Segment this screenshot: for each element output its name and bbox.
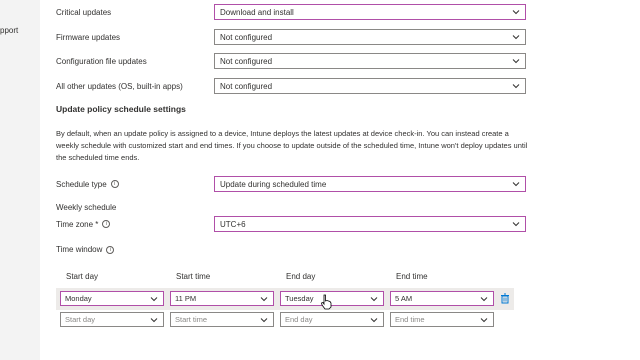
info-icon[interactable]: i bbox=[110, 180, 119, 189]
chevron-down-icon bbox=[370, 297, 378, 302]
schedule-type-label: Schedule type bbox=[56, 179, 107, 189]
delete-icon[interactable] bbox=[500, 293, 510, 304]
config-file-updates-value: Not configured bbox=[220, 56, 273, 66]
time-zone-dropdown[interactable]: UTC+6 bbox=[214, 216, 526, 232]
settings-panel: Critical updates Download and install Fi… bbox=[40, 0, 640, 360]
chevron-down-icon bbox=[512, 10, 520, 15]
chevron-down-icon bbox=[480, 297, 488, 302]
start-day-dropdown[interactable]: Monday bbox=[60, 291, 164, 306]
chevron-down-icon bbox=[260, 318, 268, 323]
other-updates-dropdown[interactable]: Not configured bbox=[214, 78, 526, 94]
header-start-day: Start day bbox=[66, 272, 99, 281]
firmware-updates-label: Firmware updates bbox=[56, 32, 121, 42]
new-end-day-dropdown[interactable]: End day bbox=[280, 312, 384, 327]
time-window-label: Time window bbox=[56, 245, 103, 254]
chevron-down-icon bbox=[260, 297, 268, 302]
chevron-down-icon bbox=[512, 35, 520, 40]
start-time-dropdown[interactable]: 11 PM bbox=[170, 291, 274, 306]
other-updates-value: Not configured bbox=[220, 81, 273, 91]
other-updates-row: All other updates (OS, built-in apps) No… bbox=[56, 78, 640, 94]
chevron-down-icon bbox=[512, 222, 520, 227]
start-time-value: 11 PM bbox=[175, 294, 197, 303]
time-zone-value: UTC+6 bbox=[220, 219, 246, 229]
config-file-updates-dropdown[interactable]: Not configured bbox=[214, 53, 526, 69]
new-end-time-dropdown[interactable]: End time bbox=[390, 312, 494, 327]
section-title: Update policy schedule settings bbox=[56, 104, 186, 114]
hand-cursor-icon bbox=[321, 294, 332, 310]
critical-updates-value: Download and install bbox=[220, 7, 294, 17]
sidebar-snippet[interactable]: pport bbox=[0, 26, 18, 35]
chevron-down-icon bbox=[150, 297, 158, 302]
chevron-down-icon bbox=[480, 318, 488, 323]
schedule-type-row: Schedule type i Update during scheduled t… bbox=[56, 176, 640, 192]
header-start-time: Start time bbox=[176, 272, 211, 281]
schedule-type-label-wrap: Schedule type i bbox=[56, 180, 119, 189]
firmware-updates-dropdown[interactable]: Not configured bbox=[214, 29, 526, 45]
end-day-dropdown[interactable]: Tuesday bbox=[280, 291, 384, 306]
critical-updates-row: Critical updates Download and install bbox=[56, 4, 640, 20]
new-start-time-dropdown[interactable]: Start time bbox=[170, 312, 274, 327]
weekly-schedule-label: Weekly schedule bbox=[56, 203, 117, 212]
config-file-updates-label: Configuration file updates bbox=[56, 56, 147, 66]
time-zone-label-wrap: Time zone * i bbox=[56, 219, 111, 229]
end-day-value: Tuesday bbox=[285, 294, 314, 303]
info-icon[interactable]: i bbox=[106, 245, 115, 254]
config-file-updates-row: Configuration file updates Not configure… bbox=[56, 53, 640, 69]
start-day-value: Monday bbox=[65, 294, 92, 303]
end-time-dropdown[interactable]: 5 AM bbox=[390, 291, 494, 306]
header-end-time: End time bbox=[396, 272, 428, 281]
chevron-down-icon bbox=[512, 182, 520, 187]
schedule-description: By default, when an update policy is ass… bbox=[56, 129, 528, 162]
time-window-label-wrap: Time window i bbox=[56, 245, 115, 254]
time-zone-label: Time zone * bbox=[56, 219, 99, 229]
new-start-day-placeholder: Start day bbox=[65, 315, 96, 324]
firmware-updates-row: Firmware updates Not configured bbox=[56, 29, 640, 45]
new-start-day-dropdown[interactable]: Start day bbox=[60, 312, 164, 327]
info-icon[interactable]: i bbox=[102, 220, 111, 229]
chevron-down-icon bbox=[512, 84, 520, 89]
chevron-down-icon bbox=[370, 318, 378, 323]
critical-updates-label: Critical updates bbox=[56, 7, 112, 17]
new-start-time-placeholder: Start time bbox=[175, 315, 208, 324]
schedule-type-dropdown[interactable]: Update during scheduled time bbox=[214, 176, 526, 192]
chevron-down-icon bbox=[512, 59, 520, 64]
end-time-value: 5 AM bbox=[395, 294, 413, 303]
time-zone-row: Time zone * i UTC+6 bbox=[56, 216, 640, 232]
other-updates-label: All other updates (OS, built-in apps) bbox=[56, 81, 183, 91]
chevron-down-icon bbox=[150, 318, 158, 323]
schedule-type-value: Update during scheduled time bbox=[220, 179, 327, 189]
new-end-time-placeholder: End time bbox=[395, 315, 425, 324]
new-end-day-placeholder: End day bbox=[285, 315, 313, 324]
critical-updates-dropdown[interactable]: Download and install bbox=[214, 4, 526, 20]
firmware-updates-value: Not configured bbox=[220, 32, 273, 42]
header-end-day: End day bbox=[286, 272, 316, 281]
